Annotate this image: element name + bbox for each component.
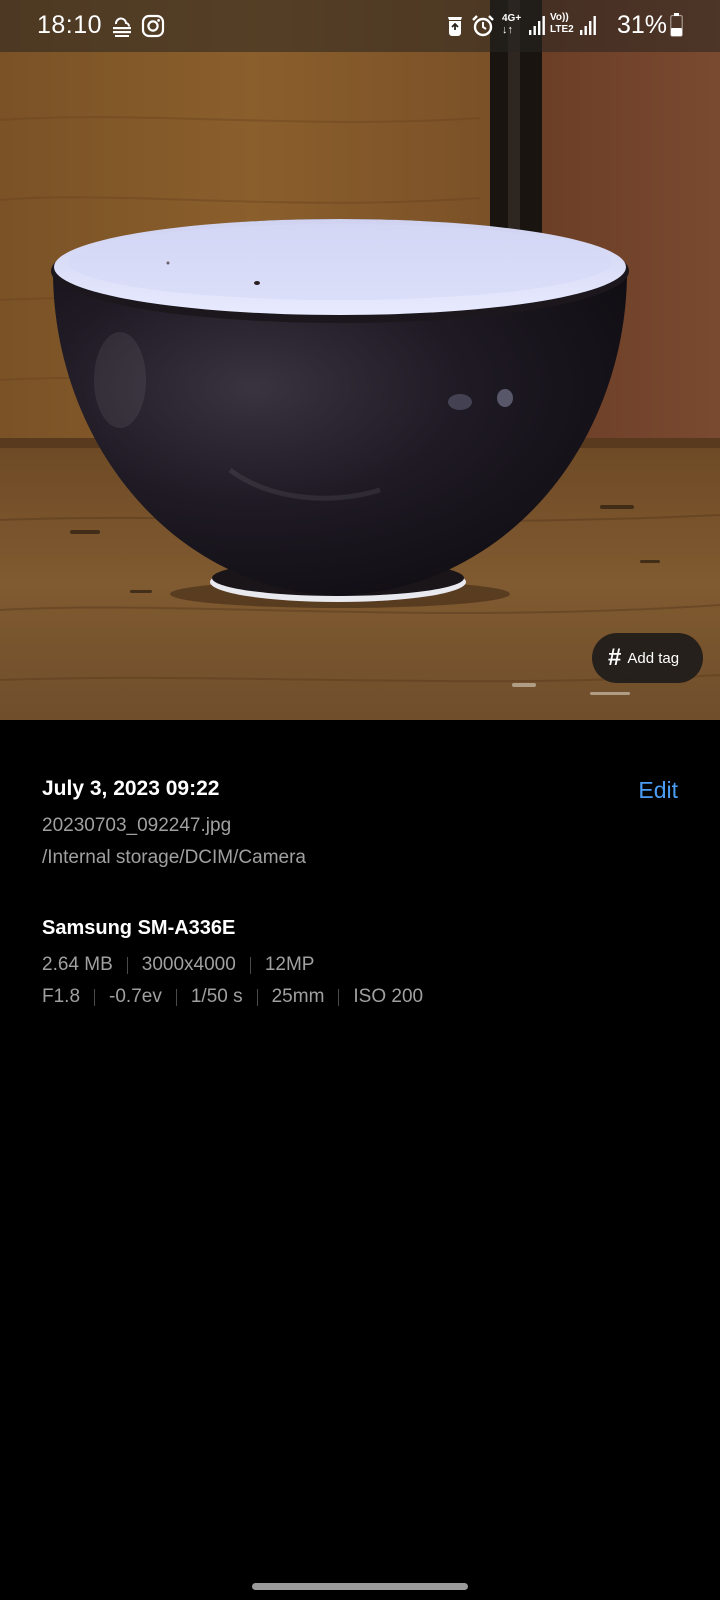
bowl-photo (0, 0, 720, 720)
status-time: 18:10 (37, 11, 103, 39)
screen: 18:10 4G+ ↓↑ Vo)) LTE2 31% # Add tag Jul… (0, 0, 720, 1600)
battery-icon (670, 13, 683, 37)
edit-button[interactable]: Edit (638, 777, 678, 804)
divider (94, 988, 96, 1006)
device-model: Samsung SM-A336E (42, 917, 236, 939)
aperture: F1.8 (42, 986, 81, 1007)
divider (338, 988, 340, 1006)
camera-settings-row: F1.8 -0.7ev 1/50 s 25mm ISO 200 (42, 986, 423, 1008)
divider (175, 988, 177, 1006)
add-tag-label: Add tag (627, 649, 680, 667)
divider (249, 956, 251, 974)
alarm-icon (472, 15, 494, 37)
home-indicator[interactable] (252, 1583, 468, 1590)
volte-label: Vo)) (550, 12, 569, 23)
network-type-label: 4G+ (502, 13, 522, 24)
exposure-bias: -0.7ev (109, 986, 162, 1007)
signal-icon-2 (580, 16, 596, 35)
file-size: 2.64 MB (42, 954, 113, 975)
lte2-label: LTE2 (550, 24, 574, 35)
divider (126, 956, 128, 974)
data-arrows-icon: 4G+ ↓↑ (502, 13, 524, 39)
resolution: 3000x4000 (141, 954, 236, 975)
volte-indicator: Vo)) LTE2 (550, 12, 578, 40)
megapixels: 12MP (264, 954, 315, 975)
weather-icon (113, 17, 131, 37)
add-tag-button[interactable]: # Add tag (592, 633, 703, 683)
file-path: /Internal storage/DCIM/Camera (42, 847, 306, 868)
photo-view[interactable] (0, 0, 720, 720)
battery-percent: 31% (617, 11, 668, 39)
focal-length: 25mm (271, 986, 325, 1007)
file-name: 20230703_092247.jpg (42, 815, 232, 836)
status-bar: 18:10 4G+ ↓↑ Vo)) LTE2 31% (0, 0, 720, 52)
recycle-icon (448, 17, 462, 36)
divider (256, 988, 258, 1006)
iso: ISO 200 (353, 986, 424, 1007)
photo-date-time: July 3, 2023 09:22 (42, 777, 220, 800)
shutter-speed: 1/50 s (190, 986, 243, 1007)
file-info-row: 2.64 MB 3000x4000 12MP (42, 954, 314, 976)
signal-icon (529, 16, 545, 35)
instagram-icon (141, 14, 165, 38)
hash-icon: # (608, 644, 622, 671)
